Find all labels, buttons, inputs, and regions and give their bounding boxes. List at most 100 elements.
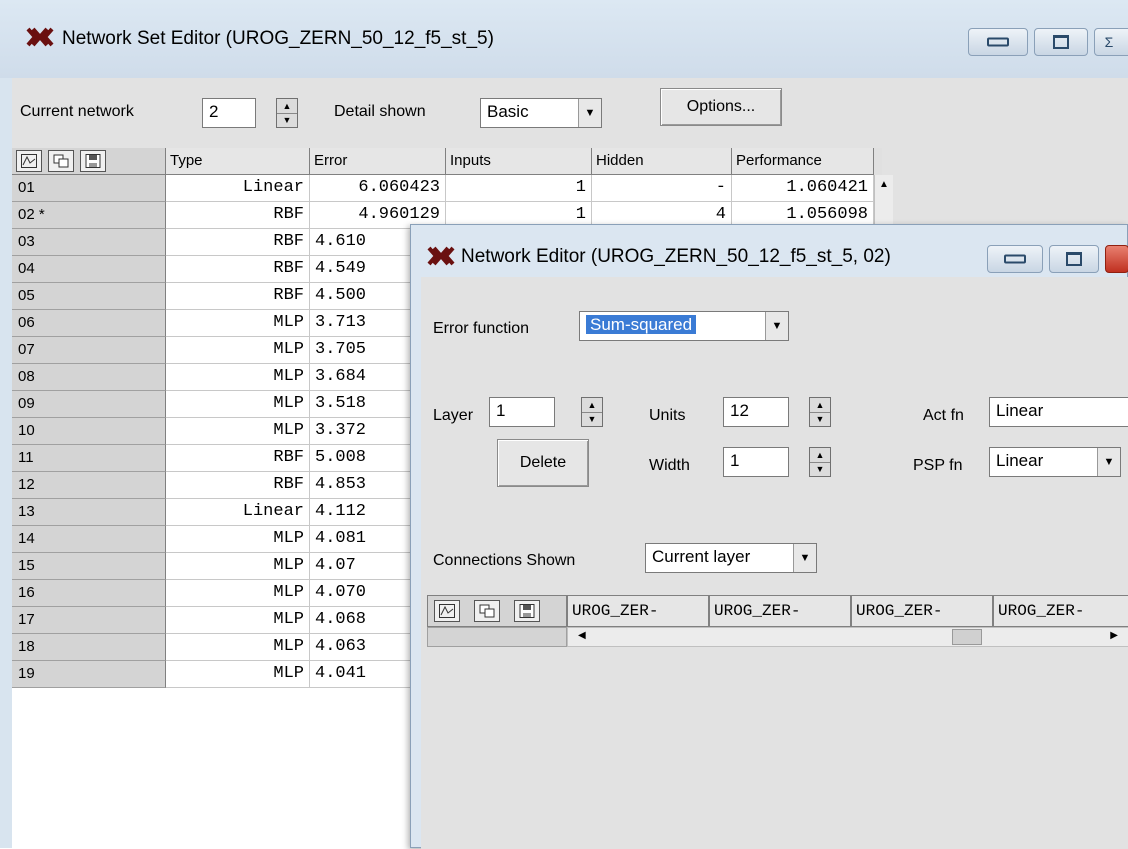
connections-shown-label: Connections Shown xyxy=(433,552,576,569)
save-icon[interactable] xyxy=(514,600,540,622)
horizontal-scrollbar[interactable]: ◀ ▶ xyxy=(567,627,1128,647)
psp-fn-select[interactable]: Linear ▼ xyxy=(989,447,1121,477)
row-header[interactable]: 17 xyxy=(12,607,166,634)
copy-icon[interactable] xyxy=(474,600,500,622)
layer-input[interactable]: 1 xyxy=(489,397,555,427)
scroll-thumb[interactable] xyxy=(952,629,982,645)
row-header[interactable]: 15 xyxy=(12,553,166,580)
spin-up-icon[interactable]: ▲ xyxy=(810,398,830,413)
scroll-left-icon[interactable]: ◀ xyxy=(578,630,586,641)
type-cell[interactable]: MLP xyxy=(166,634,310,661)
row-header[interactable]: 16 xyxy=(12,580,166,607)
maximize-button[interactable] xyxy=(1034,28,1088,56)
close-button[interactable] xyxy=(1105,245,1128,273)
col-type-header[interactable]: Type xyxy=(166,148,310,175)
units-input[interactable]: 12 xyxy=(723,397,789,427)
units-spinner[interactable]: ▲ ▼ xyxy=(809,397,831,427)
type-cell[interactable]: RBF xyxy=(166,256,310,283)
spin-up-icon[interactable]: ▲ xyxy=(810,448,830,463)
spin-down-icon[interactable]: ▼ xyxy=(810,412,830,426)
type-cell[interactable]: MLP xyxy=(166,391,310,418)
row-header[interactable]: 05 xyxy=(12,283,166,310)
row-header[interactable]: 10 xyxy=(12,418,166,445)
chevron-down-icon[interactable]: ▼ xyxy=(765,312,788,340)
type-cell[interactable]: RBF xyxy=(166,202,310,229)
row-header[interactable]: 04 xyxy=(12,256,166,283)
col-hidden-header[interactable]: Hidden xyxy=(592,148,732,175)
type-cell[interactable]: Linear xyxy=(166,499,310,526)
scroll-up-icon[interactable]: ▲ xyxy=(879,179,889,190)
maximize-button[interactable] xyxy=(1049,245,1099,273)
row-header[interactable]: 18 xyxy=(12,634,166,661)
row-header[interactable]: 01 xyxy=(12,175,166,202)
delete-button[interactable]: Delete xyxy=(497,439,589,487)
width-input[interactable]: 1 xyxy=(723,447,789,477)
type-cell[interactable]: MLP xyxy=(166,526,310,553)
spin-down-icon[interactable]: ▼ xyxy=(582,412,602,426)
save-icon[interactable] xyxy=(80,150,106,172)
type-cell[interactable]: MLP xyxy=(166,553,310,580)
row-header[interactable]: 12 xyxy=(12,472,166,499)
row-header[interactable]: 11 xyxy=(12,445,166,472)
current-network-input[interactable]: 2 xyxy=(202,98,256,128)
type-cell[interactable]: MLP xyxy=(166,310,310,337)
layer-spinner[interactable]: ▲ ▼ xyxy=(581,397,603,427)
type-cell[interactable]: MLP xyxy=(166,607,310,634)
inputs-cell[interactable]: 1 xyxy=(446,175,592,202)
col-error-header[interactable]: Error xyxy=(310,148,446,175)
type-cell[interactable]: RBF xyxy=(166,472,310,499)
current-network-spinner[interactable]: ▲ ▼ xyxy=(276,98,298,128)
row-header[interactable]: 06 xyxy=(12,310,166,337)
performance-cell[interactable]: 1.060421 xyxy=(732,175,874,202)
col-inputs-header[interactable]: Inputs xyxy=(446,148,592,175)
chevron-down-icon[interactable]: ▼ xyxy=(1097,448,1120,476)
spin-down-icon[interactable]: ▼ xyxy=(277,113,297,127)
type-cell[interactable]: RBF xyxy=(166,229,310,256)
close-button[interactable]: Σ xyxy=(1094,28,1128,56)
spin-down-icon[interactable]: ▼ xyxy=(810,462,830,476)
connection-column-header[interactable]: UROG_ZER- xyxy=(567,595,709,627)
col-performance-header[interactable]: Performance xyxy=(732,148,874,175)
type-cell[interactable]: MLP xyxy=(166,337,310,364)
scroll-right-icon[interactable]: ▶ xyxy=(1110,630,1118,641)
type-cell[interactable]: MLP xyxy=(166,364,310,391)
row-header[interactable]: 09 xyxy=(12,391,166,418)
type-cell[interactable]: MLP xyxy=(166,661,310,688)
row-header[interactable]: 07 xyxy=(12,337,166,364)
minimize-icon xyxy=(1004,254,1026,264)
title-bar[interactable]: Network Set Editor (UROG_ZERN_50_12_f5_s… xyxy=(0,0,1128,78)
row-header[interactable]: 13 xyxy=(12,499,166,526)
spin-up-icon[interactable]: ▲ xyxy=(582,398,602,413)
graph-icon[interactable] xyxy=(434,600,460,622)
connection-column-header[interactable]: UROG_ZER- xyxy=(851,595,993,627)
type-cell[interactable]: MLP xyxy=(166,580,310,607)
chevron-down-icon[interactable]: ▼ xyxy=(793,544,816,572)
row-header[interactable]: 08 xyxy=(12,364,166,391)
psp-fn-label: PSP fn xyxy=(913,457,963,474)
detail-shown-select[interactable]: Basic ▼ xyxy=(480,98,602,128)
chevron-down-icon[interactable]: ▼ xyxy=(578,99,601,127)
table-row[interactable]: 01 Linear 6.060423 1 - 1.060421 xyxy=(12,175,874,202)
type-cell[interactable]: RBF xyxy=(166,283,310,310)
error-cell[interactable]: 6.060423 xyxy=(310,175,446,202)
width-spinner[interactable]: ▲ ▼ xyxy=(809,447,831,477)
connection-column-header[interactable]: UROG_ZER- xyxy=(709,595,851,627)
connections-shown-select[interactable]: Current layer ▼ xyxy=(645,543,817,573)
type-cell[interactable]: MLP xyxy=(166,418,310,445)
options-button[interactable]: Options... xyxy=(660,88,782,126)
row-header[interactable]: 02 * xyxy=(12,202,166,229)
row-header[interactable]: 19 xyxy=(12,661,166,688)
minimize-button[interactable] xyxy=(968,28,1028,56)
act-fn-select[interactable]: Linear xyxy=(989,397,1128,427)
connection-column-header[interactable]: UROG_ZER- xyxy=(993,595,1128,627)
row-header[interactable]: 03 xyxy=(12,229,166,256)
row-header[interactable]: 14 xyxy=(12,526,166,553)
type-cell[interactable]: RBF xyxy=(166,445,310,472)
graph-icon[interactable] xyxy=(16,150,42,172)
error-function-select[interactable]: Sum-squared ▼ xyxy=(579,311,789,341)
minimize-button[interactable] xyxy=(987,245,1043,273)
spin-up-icon[interactable]: ▲ xyxy=(277,99,297,114)
copy-icon[interactable] xyxy=(48,150,74,172)
type-cell[interactable]: Linear xyxy=(166,175,310,202)
hidden-cell[interactable]: - xyxy=(592,175,732,202)
